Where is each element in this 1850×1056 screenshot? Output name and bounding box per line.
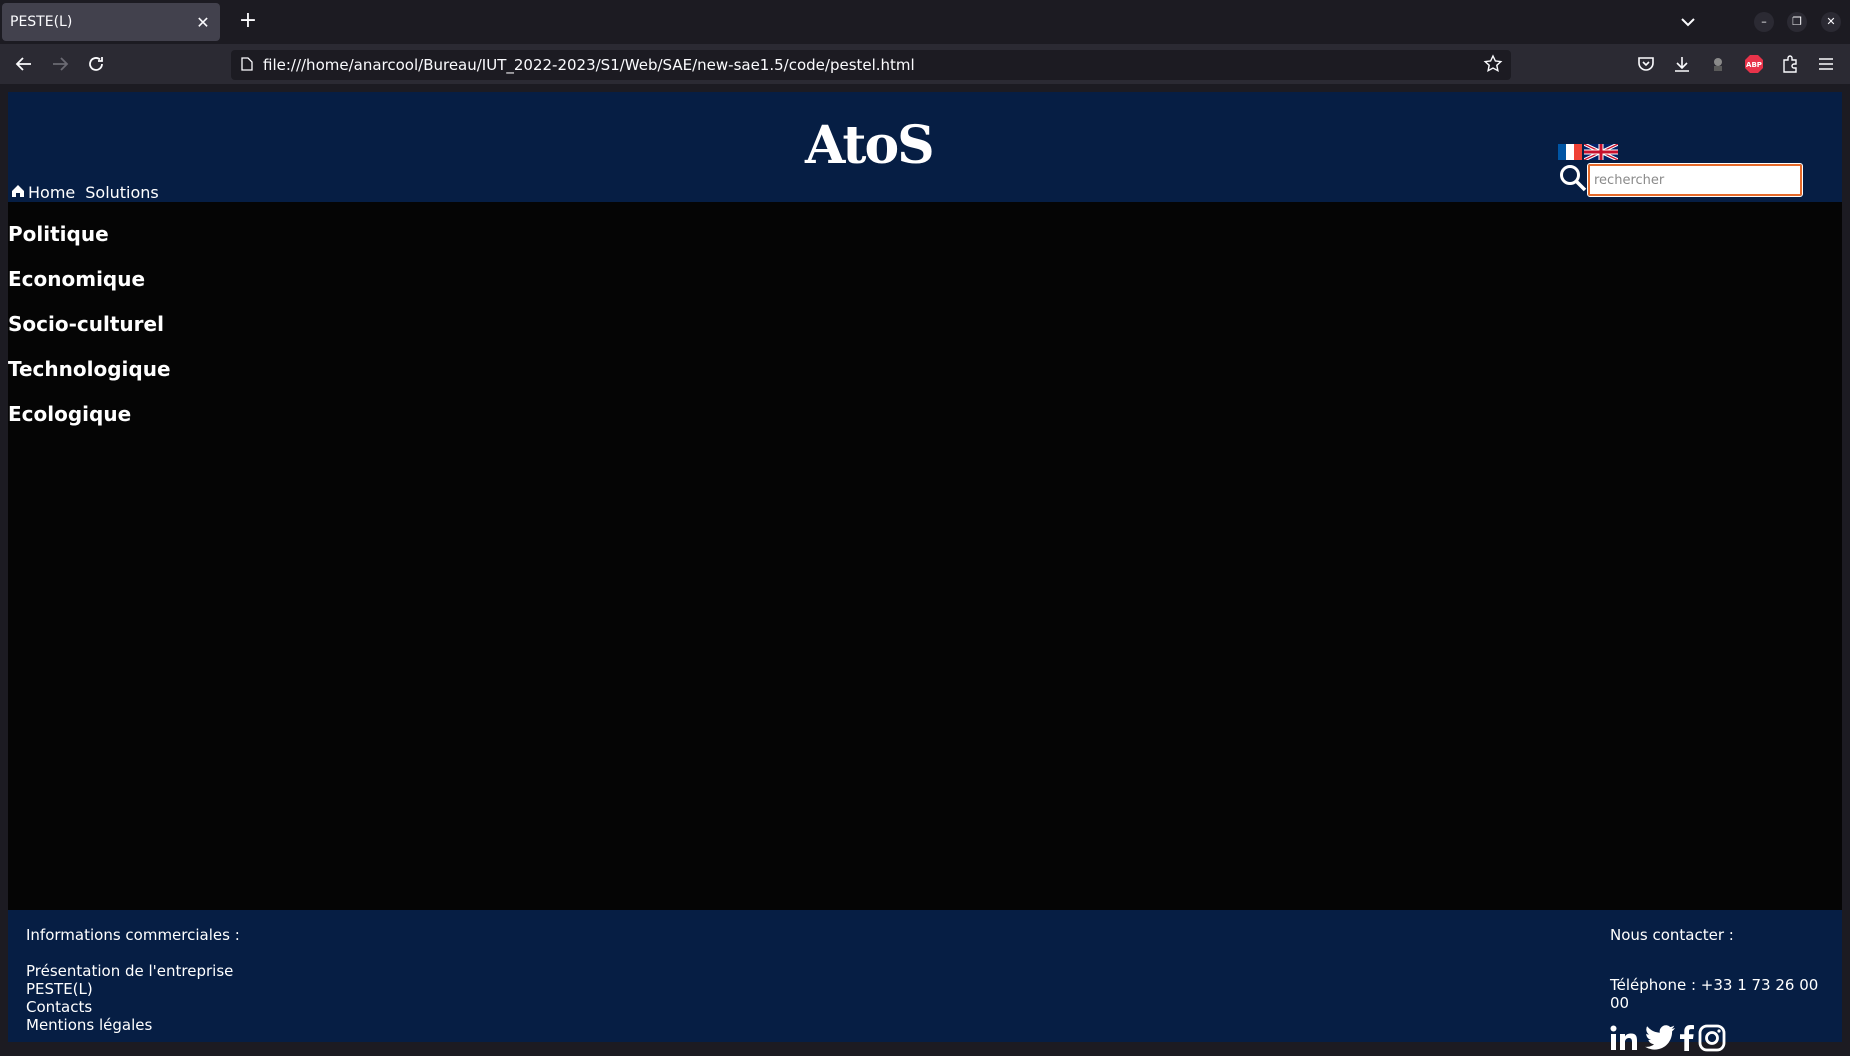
section-technologique[interactable]: Technologique — [8, 359, 171, 404]
new-tab-button[interactable]: + — [234, 8, 262, 36]
nav-home-link[interactable]: Home — [11, 183, 75, 202]
bookmark-star-icon[interactable] — [1483, 54, 1503, 78]
page-file-icon — [241, 56, 253, 75]
url-bar[interactable]: file:///home/anarcool/Bureau/IUT_2022-20… — [231, 50, 1511, 80]
browser-tab[interactable]: PESTE(L) ✕ — [2, 3, 220, 41]
linkedin-icon[interactable] — [1610, 1025, 1640, 1055]
page-viewport: AtoS Home Solutions Pol — [8, 92, 1842, 1052]
close-window-button[interactable]: ✕ — [1821, 12, 1841, 32]
search-bar — [1558, 163, 1803, 197]
fr-flag-icon[interactable] — [1558, 144, 1582, 164]
atos-logo[interactable]: AtoS — [805, 120, 935, 172]
minimize-button[interactable]: – — [1754, 12, 1774, 32]
social-links — [1610, 1024, 1830, 1056]
reload-icon[interactable] — [84, 52, 108, 76]
footer-left-heading: Informations commerciales : — [26, 926, 240, 944]
twitter-icon[interactable] — [1644, 1025, 1676, 1055]
site-footer: Informations commerciales : Présentation… — [8, 910, 1842, 1052]
download-icon[interactable] — [1670, 52, 1694, 76]
footer-link-mentions[interactable]: Mentions légales — [26, 1016, 240, 1034]
section-ecologique[interactable]: Ecologique — [8, 404, 171, 449]
footer-commercial-info: Informations commerciales : Présentation… — [26, 926, 240, 1034]
footer-contact: Nous contacter : Téléphone : +33 1 73 26… — [1610, 926, 1830, 1056]
main-nav: Home Solutions — [11, 183, 159, 202]
footer-link-presentation[interactable]: Présentation de l'entreprise — [26, 962, 240, 980]
tab-list-chevron-icon[interactable] — [1676, 10, 1700, 34]
close-tab-icon[interactable]: ✕ — [194, 13, 212, 32]
language-switcher — [1558, 142, 1619, 164]
section-socio-culturel[interactable]: Socio-culturel — [8, 314, 171, 359]
nav-solutions-link[interactable]: Solutions — [85, 183, 159, 202]
site-header: AtoS Home Solutions — [8, 92, 1842, 202]
facebook-icon[interactable] — [1680, 1025, 1694, 1055]
section-economique[interactable]: Economique — [8, 269, 171, 314]
tab-title: PESTE(L) — [10, 14, 73, 30]
section-politique[interactable]: Politique — [8, 224, 171, 269]
extension-figure-icon[interactable] — [1706, 52, 1730, 76]
home-icon — [11, 183, 25, 202]
extensions-puzzle-icon[interactable] — [1778, 52, 1802, 76]
browser-tab-bar: PESTE(L) ✕ + – ❐ ✕ — [0, 0, 1850, 44]
search-icon[interactable] — [1558, 163, 1588, 197]
footer-link-contacts[interactable]: Contacts — [26, 998, 240, 1016]
hamburger-menu-icon[interactable] — [1814, 52, 1838, 76]
footer-phone: Téléphone : +33 1 73 26 00 00 — [1610, 976, 1819, 1012]
back-arrow-icon[interactable] — [12, 52, 36, 76]
footer-right-heading: Nous contacter : — [1610, 926, 1734, 944]
browser-nav-bar: file:///home/anarcool/Bureau/IUT_2022-20… — [0, 44, 1850, 84]
restore-button[interactable]: ❐ — [1787, 12, 1807, 32]
instagram-icon[interactable] — [1698, 1024, 1726, 1056]
adblock-icon[interactable]: ABP — [1742, 52, 1766, 76]
uk-flag-icon[interactable] — [1583, 142, 1619, 164]
nav-home-label: Home — [28, 183, 76, 202]
pestel-sections: Politique Economique Socio-culturel Tech… — [8, 224, 171, 449]
search-input[interactable] — [1587, 163, 1803, 197]
svg-text:ABP: ABP — [1746, 61, 1762, 69]
url-text: file:///home/anarcool/Bureau/IUT_2022-20… — [263, 56, 915, 74]
forward-arrow-icon[interactable] — [48, 52, 72, 76]
footer-link-pestel[interactable]: PESTE(L) — [26, 980, 240, 998]
pocket-icon[interactable] — [1634, 52, 1658, 76]
